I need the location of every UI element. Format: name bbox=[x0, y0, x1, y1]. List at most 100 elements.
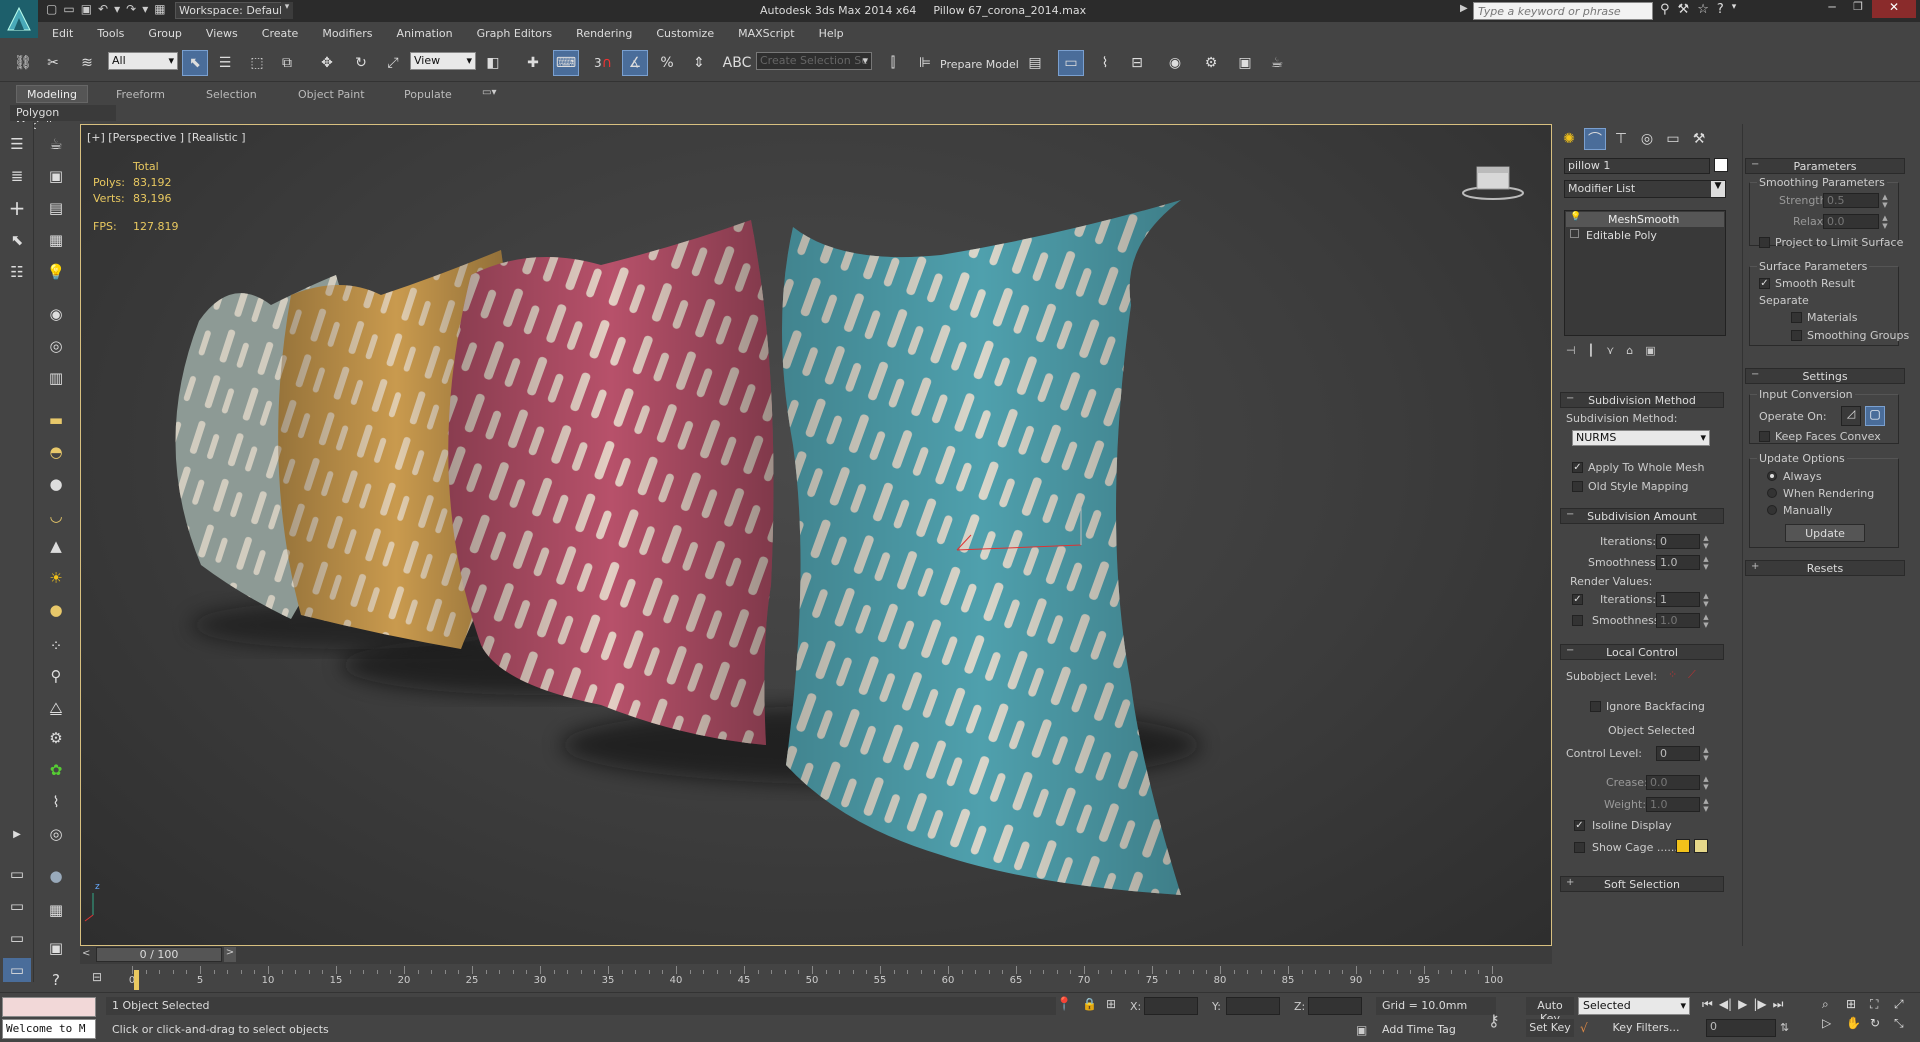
align-icon[interactable]: ⊫ bbox=[912, 50, 938, 76]
plant-icon[interactable]: ✿ bbox=[42, 758, 70, 782]
box-icon[interactable]: ▬ bbox=[42, 408, 70, 432]
workspace-dropdown[interactable]: Workspace: Default ▾ bbox=[175, 2, 293, 19]
help-dropdown-icon[interactable]: ▾ bbox=[1732, 2, 1737, 17]
material-ball-icon[interactable]: ● bbox=[42, 864, 70, 888]
tab-modeling[interactable]: Modeling bbox=[16, 85, 88, 103]
render-icon[interactable]: ▣ bbox=[42, 936, 70, 960]
when-rendering-radio[interactable] bbox=[1767, 488, 1777, 498]
menu-maxscript[interactable]: MAXScript bbox=[738, 27, 794, 40]
old-style-mapping-checkbox[interactable] bbox=[1572, 481, 1583, 492]
render-smoothness-spinner[interactable]: ▲ ▼ bbox=[1702, 613, 1710, 629]
play-icon[interactable]: ▶ bbox=[1738, 997, 1747, 1012]
workspace-extra-button[interactable]: ▾ bbox=[281, 2, 293, 19]
spinner-snap-icon[interactable]: ⇕ bbox=[686, 50, 712, 76]
relax-spinner[interactable]: ▲ ▼ bbox=[1881, 214, 1889, 230]
time-slider[interactable]: < 0 / 100 > bbox=[80, 946, 1552, 964]
tools-icon[interactable]: ⚒ bbox=[1678, 2, 1690, 17]
unlink-icon[interactable]: ✂ bbox=[40, 50, 66, 76]
isolate-selection-icon[interactable]: 📍 bbox=[1056, 997, 1072, 1012]
key-mode-dropdown[interactable]: Selected ▾ bbox=[1578, 997, 1690, 1015]
select-object-icon[interactable]: ⬉ bbox=[182, 50, 208, 76]
rectangular-selection-icon[interactable]: ⬚ bbox=[244, 50, 270, 76]
control-level-spinner[interactable]: ▲ ▼ bbox=[1702, 746, 1710, 762]
display-filter-icon[interactable]: ☷ bbox=[3, 260, 31, 284]
y-coordinate-field[interactable] bbox=[1226, 997, 1280, 1015]
maxscript-listener-bottom[interactable]: Welcome to M bbox=[2, 1019, 96, 1039]
undo-icon[interactable]: ↶ bbox=[98, 2, 108, 20]
create-icon[interactable]: + bbox=[3, 196, 31, 220]
binoculars-icon[interactable]: ⚲ bbox=[1660, 2, 1670, 17]
always-radio[interactable] bbox=[1767, 471, 1777, 481]
render-iterations-checkbox[interactable]: ✓ bbox=[1572, 594, 1583, 605]
link-icon[interactable]: ⛓ bbox=[10, 50, 36, 76]
auto-key-button[interactable]: Auto Key bbox=[1526, 997, 1574, 1025]
edge-level-icon[interactable]: ⟋ bbox=[1688, 668, 1696, 682]
render-iterations-field[interactable]: 1 bbox=[1656, 592, 1700, 607]
toggle-ribbon-icon[interactable]: ▭ bbox=[1058, 50, 1084, 76]
film-icon[interactable]: ▥ bbox=[42, 366, 70, 390]
project-limit-checkbox[interactable] bbox=[1759, 237, 1770, 248]
viewport-layout-3-icon[interactable]: ▭ bbox=[3, 926, 31, 950]
teapot-icon[interactable]: ☕ bbox=[42, 132, 70, 156]
time-slider-prev-icon[interactable]: < bbox=[82, 948, 90, 959]
control-level-field[interactable]: 0 bbox=[1656, 746, 1700, 761]
time-tag-icon[interactable]: ▣ bbox=[1356, 1023, 1367, 1037]
current-frame-field[interactable]: 0 bbox=[1706, 1019, 1776, 1037]
close-button[interactable]: ✕ bbox=[1872, 0, 1916, 18]
pan-icon[interactable]: ✋ bbox=[1846, 1016, 1870, 1031]
menu-views[interactable]: Views bbox=[206, 27, 238, 40]
curve-editor-icon[interactable]: ⌇ bbox=[1092, 50, 1118, 76]
stack-item-meshsmooth[interactable]: 💡 MeshSmooth bbox=[1566, 212, 1724, 227]
smoothing-groups-checkbox[interactable] bbox=[1791, 330, 1802, 341]
select-by-name-icon[interactable]: ☰ bbox=[212, 50, 238, 76]
isoline-display-checkbox[interactable]: ✓ bbox=[1574, 820, 1585, 831]
expand-strip-icon[interactable]: ▶ bbox=[3, 822, 31, 846]
hierarchy-tab-icon[interactable]: ⊤ bbox=[1610, 128, 1632, 150]
time-slider-next-icon[interactable]: > bbox=[224, 947, 236, 962]
cage-color-swatch-1[interactable] bbox=[1676, 839, 1690, 853]
scene-explorer-icon[interactable]: ☰ bbox=[3, 132, 31, 156]
app-logo[interactable] bbox=[0, 0, 38, 38]
bind-space-warp-icon[interactable]: ≋ bbox=[74, 50, 100, 76]
zoom-all-icon[interactable]: ⊞ bbox=[1846, 997, 1870, 1012]
absolute-mode-icon[interactable]: ⊞ bbox=[1106, 997, 1116, 1011]
search-expand-arrow[interactable]: ▶ bbox=[1460, 3, 1468, 14]
maxscript-listener-top[interactable] bbox=[2, 997, 96, 1017]
render-smoothness-field[interactable]: 1.0 bbox=[1656, 613, 1700, 628]
materials-checkbox[interactable] bbox=[1791, 312, 1802, 323]
viewport[interactable]: [+] [Perspective ] [Realistic ] Total Po… bbox=[80, 124, 1552, 946]
rollout-soft-selection[interactable]: + Soft Selection bbox=[1560, 876, 1724, 892]
subdivision-method-dropdown[interactable]: NURMS ▾ bbox=[1572, 430, 1710, 446]
mesh-icon[interactable]: ⧋ bbox=[42, 696, 70, 720]
previous-frame-icon[interactable]: ◀| bbox=[1719, 997, 1732, 1012]
rendered-frame-window-icon[interactable]: ▣ bbox=[1232, 50, 1258, 76]
ignore-backfacing-checkbox[interactable] bbox=[1590, 701, 1601, 712]
smooth-result-checkbox[interactable]: ✓ bbox=[1759, 278, 1770, 289]
rollout-local-control[interactable]: − Local Control bbox=[1560, 644, 1724, 660]
help-icon[interactable]: ? bbox=[1717, 2, 1724, 17]
menu-tools[interactable]: Tools bbox=[97, 27, 124, 40]
render-smoothness-checkbox[interactable] bbox=[1572, 615, 1583, 626]
weight-spinner[interactable]: ▲ ▼ bbox=[1702, 797, 1710, 813]
render-setup-icon[interactable]: ⚙ bbox=[1198, 50, 1224, 76]
sun-icon[interactable]: ☀ bbox=[42, 566, 70, 590]
zoom-extents-icon[interactable]: ⛶ bbox=[1870, 997, 1894, 1012]
keyboard-shortcut-override-icon[interactable]: ⌨ bbox=[553, 50, 579, 76]
tab-selection[interactable]: Selection bbox=[206, 88, 257, 101]
tab-object-paint[interactable]: Object Paint bbox=[298, 88, 365, 101]
snaps-toggle-icon[interactable]: 3 ∩ bbox=[590, 50, 616, 76]
object-name-input[interactable]: pillow 1 bbox=[1564, 158, 1710, 174]
maximize-button[interactable]: ❐ bbox=[1846, 0, 1870, 18]
manually-radio[interactable] bbox=[1767, 505, 1777, 515]
move-icon[interactable]: ✥ bbox=[314, 50, 340, 76]
named-selection-sets-dropdown[interactable]: Create Selection Se ▾ bbox=[756, 52, 872, 70]
menu-graph-editors[interactable]: Graph Editors bbox=[477, 27, 553, 40]
menu-create[interactable]: Create bbox=[262, 27, 299, 40]
go-to-end-icon[interactable]: ⏭ bbox=[1773, 997, 1784, 1012]
grid-icon[interactable]: ▦ bbox=[42, 898, 70, 922]
remove-modifier-icon[interactable]: ⌂ bbox=[1626, 344, 1633, 357]
set-key-button[interactable]: Set Key bbox=[1526, 1019, 1574, 1037]
redo-icon[interactable]: ↷ bbox=[126, 2, 136, 20]
rollout-parameters[interactable]: − Parameters bbox=[1745, 158, 1905, 174]
particles-icon[interactable]: ⁘ bbox=[42, 634, 70, 658]
